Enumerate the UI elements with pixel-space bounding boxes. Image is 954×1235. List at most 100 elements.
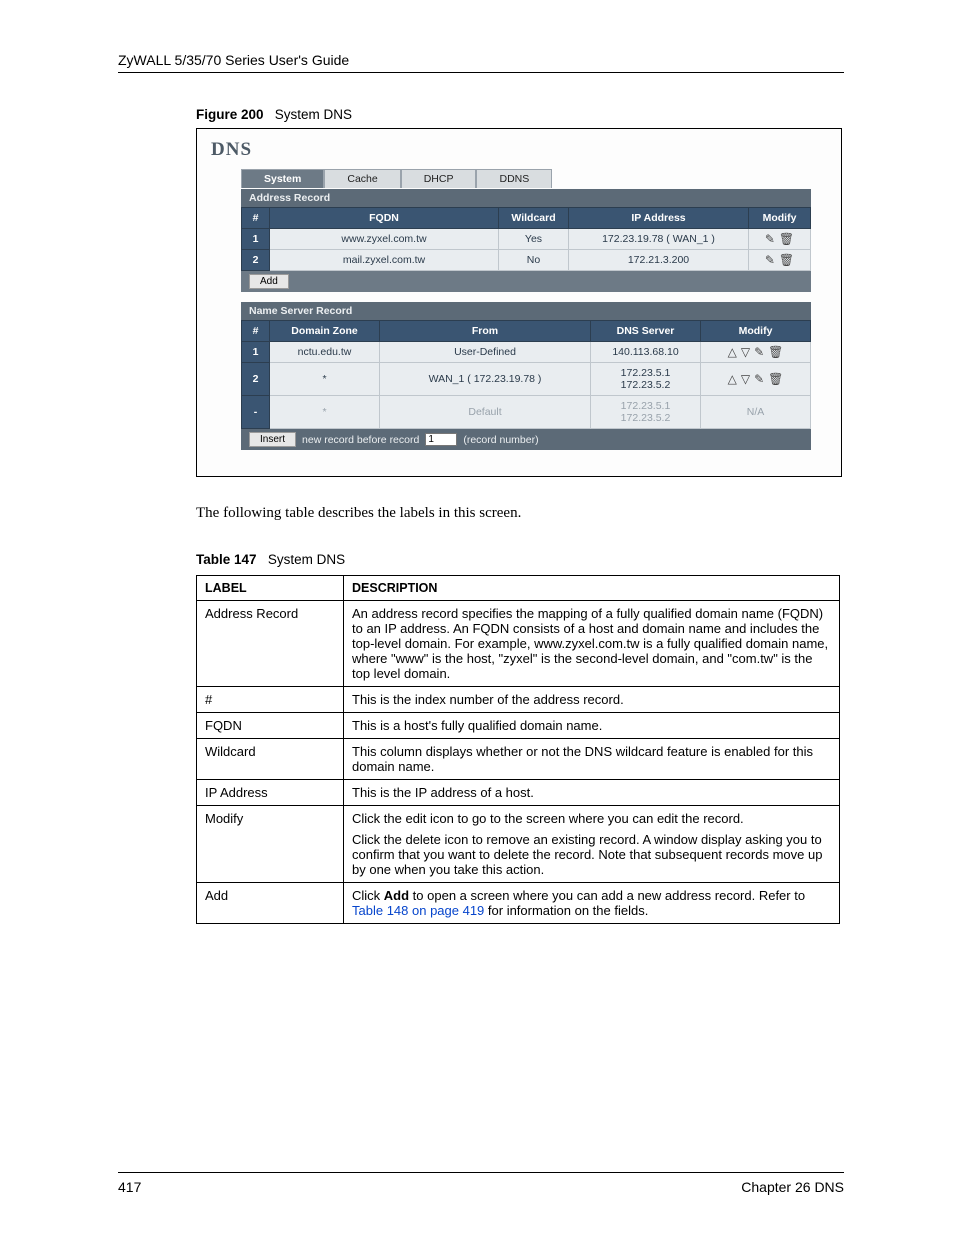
header-rule: [118, 72, 844, 73]
table-row: Modify Click the edit icon to go to the …: [197, 806, 840, 883]
cell-modify: △ ▽ ✎ 🗑: [701, 363, 811, 396]
table-row: 1 nctu.edu.tw User-Defined 140.113.68.10…: [242, 342, 811, 363]
add-bar: Add: [241, 271, 811, 292]
label-cell: #: [197, 687, 344, 713]
desc-bold: Add: [384, 888, 409, 903]
desc-cell: This is the index number of the address …: [344, 687, 840, 713]
table-title: System DNS: [268, 552, 345, 567]
table-row: 2 * WAN_1 ( 172.23.19.78 ) 172.23.5.1 17…: [242, 363, 811, 396]
desc-cell: An address record specifies the mapping …: [344, 601, 840, 687]
table-label: Table 147: [196, 552, 257, 567]
edit-icon[interactable]: ✎: [754, 372, 764, 386]
insert-bar: Insert new record before record (record …: [241, 429, 811, 450]
cell-server: 140.113.68.10: [591, 342, 701, 363]
cell-wildcard: No: [499, 250, 569, 271]
cell-from: User-Defined: [380, 342, 591, 363]
cell-modify: ✎ 🗑: [749, 229, 811, 250]
desc-cell: Click Add to open a screen where you can…: [344, 883, 840, 924]
cell-modify: ✎ 🗑: [749, 250, 811, 271]
table-row: Address Record An address record specifi…: [197, 601, 840, 687]
edit-icon[interactable]: ✎: [754, 345, 764, 359]
delete-icon[interactable]: 🗑: [779, 253, 794, 267]
col-modify: Modify: [701, 321, 811, 342]
col-num: #: [242, 321, 270, 342]
cell-zone: nctu.edu.tw: [270, 342, 380, 363]
figure-label: Figure 200: [196, 107, 264, 122]
delete-icon[interactable]: 🗑: [768, 345, 783, 359]
col-ip: IP Address: [569, 208, 749, 229]
table-row: Add Click Add to open a screen where you…: [197, 883, 840, 924]
table-row: # This is the index number of the addres…: [197, 687, 840, 713]
table-row: 2 mail.zyxel.com.tw No 172.21.3.200 ✎ 🗑: [242, 250, 811, 271]
tab-cache[interactable]: Cache: [324, 169, 400, 188]
tab-dhcp[interactable]: DHCP: [401, 169, 477, 188]
record-number-input[interactable]: [425, 433, 457, 446]
cross-ref-link[interactable]: Table 148 on page 419: [352, 903, 484, 918]
label-cell: IP Address: [197, 780, 344, 806]
row-index: 1: [242, 229, 270, 250]
tab-system[interactable]: System: [241, 169, 324, 188]
col-from: From: [380, 321, 591, 342]
insert-text-b: (record number): [463, 434, 538, 446]
cell-ip: 172.23.19.78 ( WAN_1 ): [569, 229, 749, 250]
delete-icon[interactable]: 🗑: [779, 232, 794, 246]
cell-fqdn: mail.zyxel.com.tw: [270, 250, 499, 271]
cell-modify-na: N/A: [701, 396, 811, 429]
row-index: -: [242, 396, 270, 429]
figure-caption: Figure 200 System DNS: [196, 107, 844, 122]
intro-text: The following table describes the labels…: [196, 505, 844, 522]
cell-fqdn: www.zyxel.com.tw: [270, 229, 499, 250]
row-index: 2: [242, 363, 270, 396]
cell-wildcard: Yes: [499, 229, 569, 250]
chapter-label: Chapter 26 DNS: [741, 1179, 844, 1195]
move-up-icon[interactable]: △: [728, 345, 737, 359]
label-cell: Address Record: [197, 601, 344, 687]
table-row: FQDN This is a host's fully qualified do…: [197, 713, 840, 739]
cell-from: WAN_1 ( 172.23.19.78 ): [380, 363, 591, 396]
desc-line: Click the delete icon to remove an exist…: [352, 832, 831, 877]
doc-header: ZyWALL 5/35/70 Series User's Guide: [118, 52, 844, 68]
add-button[interactable]: Add: [249, 274, 289, 289]
label-cell: Wildcard: [197, 739, 344, 780]
labels-table: LABEL DESCRIPTION Address Record An addr…: [196, 575, 840, 924]
tab-ddns[interactable]: DDNS: [476, 169, 552, 188]
panel-title: DNS: [211, 139, 827, 161]
edit-icon[interactable]: ✎: [765, 232, 775, 246]
col-zone: Domain Zone: [270, 321, 380, 342]
section-address-record: Address Record: [241, 189, 811, 207]
edit-icon[interactable]: ✎: [765, 253, 775, 267]
table-row: - * Default 172.23.5.1 172.23.5.2 N/A: [242, 396, 811, 429]
delete-icon[interactable]: 🗑: [768, 372, 783, 386]
desc-text: for information on the fields.: [484, 903, 648, 918]
move-down-icon[interactable]: ▽: [741, 345, 750, 359]
section-name-server-record: Name Server Record: [241, 302, 811, 320]
cell-zone: *: [270, 363, 380, 396]
col-server: DNS Server: [591, 321, 701, 342]
label-cell: Modify: [197, 806, 344, 883]
insert-button[interactable]: Insert: [249, 432, 296, 447]
cell-modify: △ ▽ ✎ 🗑: [701, 342, 811, 363]
cell-zone: *: [270, 396, 380, 429]
desc-line: Click the edit icon to go to the screen …: [352, 811, 831, 826]
cell-ip: 172.21.3.200: [569, 250, 749, 271]
table-row: Wildcard This column displays whether or…: [197, 739, 840, 780]
cell-from: Default: [380, 396, 591, 429]
table-row: 1 www.zyxel.com.tw Yes 172.23.19.78 ( WA…: [242, 229, 811, 250]
page-number: 417: [118, 1179, 141, 1195]
th-desc: DESCRIPTION: [344, 576, 840, 601]
screenshot-figure: DNS System Cache DHCP DDNS Address Recor…: [196, 128, 842, 477]
move-up-icon[interactable]: △: [728, 372, 737, 386]
tab-row: System Cache DHCP DDNS: [241, 169, 827, 188]
move-down-icon[interactable]: ▽: [741, 372, 750, 386]
table-caption: Table 147 System DNS: [196, 552, 844, 567]
row-index: 1: [242, 342, 270, 363]
desc-cell: Click the edit icon to go to the screen …: [344, 806, 840, 883]
col-wildcard: Wildcard: [499, 208, 569, 229]
footer-rule: [118, 1172, 844, 1173]
col-modify: Modify: [749, 208, 811, 229]
desc-cell: This is the IP address of a host.: [344, 780, 840, 806]
page-footer: 417 Chapter 26 DNS: [118, 1172, 844, 1195]
table-row: IP Address This is the IP address of a h…: [197, 780, 840, 806]
figure-title: System DNS: [275, 107, 352, 122]
th-label: LABEL: [197, 576, 344, 601]
